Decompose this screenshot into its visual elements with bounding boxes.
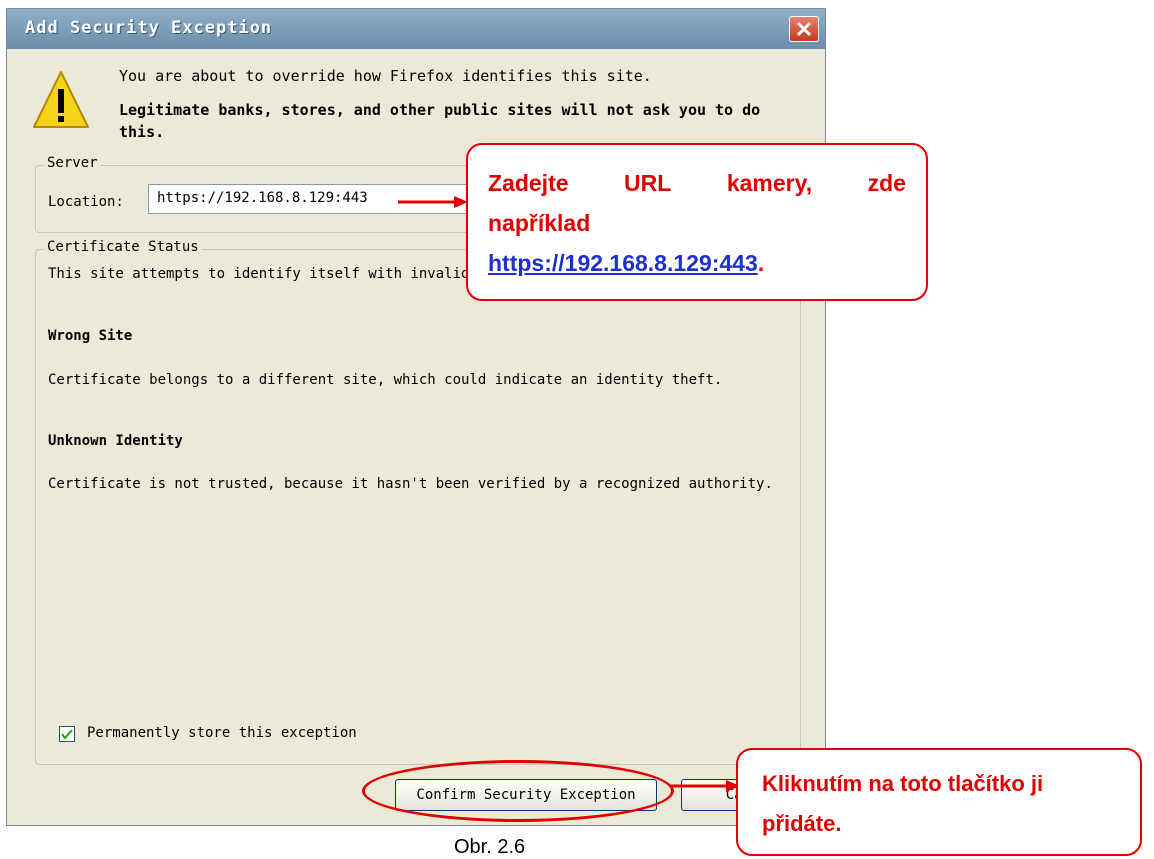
url-callout-word: URL xyxy=(624,170,672,196)
url-callout-link: https://192.168.8.129:443 xyxy=(488,250,758,276)
legitimacy-warning: Legitimate banks, stores, and other publ… xyxy=(119,101,761,141)
unknown-identity-text: Certificate is not trusted, because it h… xyxy=(48,476,773,492)
unknown-identity-heading: Unknown Identity xyxy=(48,433,183,449)
confirm-arrow xyxy=(670,780,740,792)
title-bar: Add Security Exception xyxy=(7,9,825,49)
permanent-exception-checkbox[interactable] xyxy=(59,726,75,742)
url-callout-period: . xyxy=(757,250,765,276)
url-callout-line1: Zadejte URL kamery, zde xyxy=(488,163,906,203)
url-callout-word: kamery, xyxy=(726,170,813,196)
wrong-site-text: Certificate belongs to a different site,… xyxy=(48,372,723,388)
permanent-exception-label[interactable]: Permanently store this exception xyxy=(87,725,357,741)
confirm-button-highlight xyxy=(362,760,674,822)
certificate-status-label: Certificate Status xyxy=(44,239,202,255)
figure-caption: Obr. 2.6 xyxy=(454,836,526,858)
security-exception-dialog: Add Security Exception You are about to … xyxy=(6,8,826,826)
confirm-callout: Kliknutím na toto tlačítko ji přidáte. xyxy=(736,748,1142,856)
url-callout-word: zde xyxy=(867,170,906,196)
close-icon xyxy=(796,21,812,37)
dialog-title: Add Security Exception xyxy=(25,18,273,38)
wrong-site-heading: Wrong Site xyxy=(48,328,133,344)
checkmark-icon xyxy=(61,729,73,740)
url-arrow xyxy=(398,196,468,208)
url-callout-word: Zadejte xyxy=(488,170,569,196)
override-message: You are about to override how Firefox id… xyxy=(119,67,652,85)
url-callout-line2: například xyxy=(488,210,591,236)
server-group-label: Server xyxy=(44,155,101,171)
warning-icon xyxy=(33,71,89,128)
url-callout: Zadejte URL kamery, zde například https:… xyxy=(466,143,928,301)
certificate-status-group: Certificate Status This site attempts to… xyxy=(35,239,801,765)
close-button[interactable] xyxy=(789,16,819,42)
location-label: Location: xyxy=(48,194,124,210)
